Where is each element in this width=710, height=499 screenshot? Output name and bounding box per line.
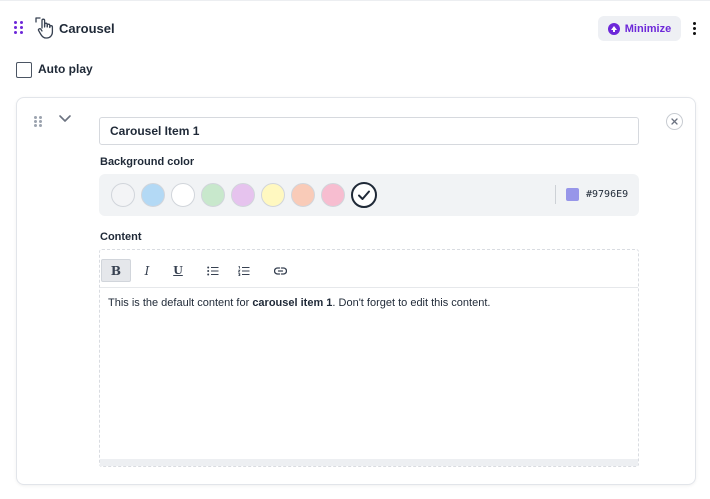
- swatch-divider: [555, 185, 556, 204]
- numbered-list-icon: [238, 265, 250, 276]
- autoplay-checkbox[interactable]: [16, 62, 32, 78]
- background-color-label: Background color: [100, 156, 195, 168]
- close-icon: [671, 118, 678, 125]
- hand-pointer-icon: [35, 17, 54, 39]
- content-label: Content: [100, 231, 142, 243]
- color-swatch-pink[interactable]: [321, 183, 345, 207]
- color-swatch-orange[interactable]: [291, 183, 315, 207]
- chevron-down-icon[interactable]: [58, 114, 72, 124]
- color-swatch-blue[interactable]: [141, 183, 165, 207]
- bold-icon: B: [110, 263, 122, 278]
- selected-color-hex: #9796E9: [586, 189, 629, 200]
- autoplay-label: Auto play: [38, 62, 93, 76]
- numbered-list-button[interactable]: [229, 259, 259, 282]
- color-swatch-green[interactable]: [201, 183, 225, 207]
- bold-button[interactable]: B: [101, 259, 131, 282]
- component-header: Carousel Minimize: [0, 0, 710, 56]
- toolbar-divider: [100, 287, 638, 288]
- bullet-list-icon: [207, 266, 219, 275]
- link-icon: [273, 266, 287, 275]
- underline-button[interactable]: U: [163, 259, 193, 282]
- arrow-up-circle-icon: [607, 22, 620, 35]
- underline-icon: U: [173, 264, 183, 277]
- link-button[interactable]: [265, 259, 295, 282]
- content-text-end: . Don't forget to edit this content.: [332, 297, 491, 309]
- italic-button[interactable]: I: [132, 259, 162, 282]
- editor-content[interactable]: This is the default content for carousel…: [108, 297, 628, 309]
- italic-icon: I: [144, 263, 150, 278]
- color-swatch-gray[interactable]: [111, 183, 135, 207]
- content-text-bold: carousel item 1: [252, 297, 333, 309]
- custom-color-selected[interactable]: [351, 182, 377, 208]
- remove-item-button[interactable]: [666, 113, 683, 130]
- bullet-list-button[interactable]: [198, 259, 228, 282]
- color-swatch-yellow[interactable]: [261, 183, 285, 207]
- content-text-start: This is the default content for: [108, 297, 253, 309]
- color-swatch-white[interactable]: [171, 183, 195, 207]
- minimize-label: Minimize: [624, 22, 672, 35]
- item-drag-handle-icon[interactable]: [34, 116, 42, 128]
- color-swatch-purple[interactable]: [231, 183, 255, 207]
- selected-color-swatch[interactable]: [566, 188, 579, 201]
- item-title-input[interactable]: [99, 117, 639, 145]
- checkmark-icon: [358, 190, 370, 200]
- drag-handle-icon[interactable]: [14, 21, 24, 35]
- minimize-button[interactable]: Minimize: [598, 16, 681, 41]
- kebab-menu-icon[interactable]: [690, 22, 698, 36]
- editor-resize-bar[interactable]: [100, 459, 638, 466]
- page-title: Carousel: [59, 21, 115, 36]
